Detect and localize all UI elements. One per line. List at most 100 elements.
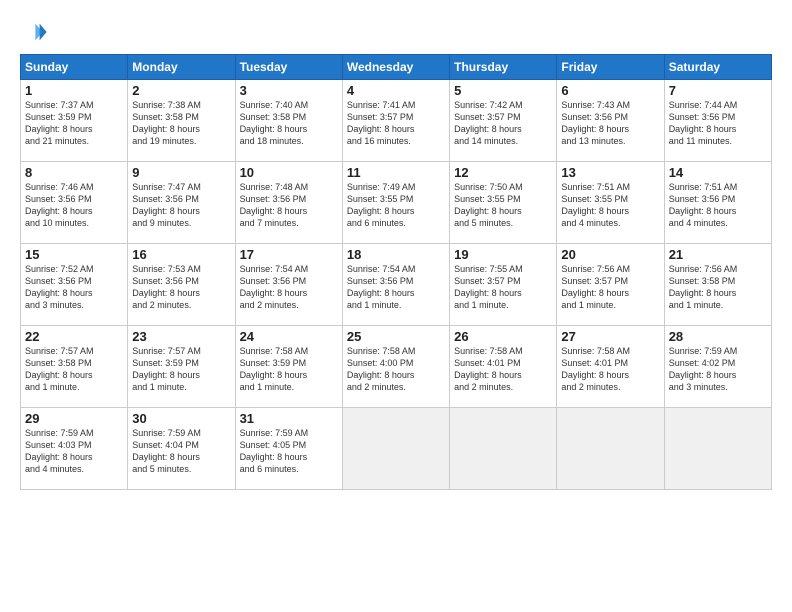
day-info: Sunrise: 7:41 AM Sunset: 3:57 PM Dayligh… bbox=[347, 99, 445, 148]
header bbox=[20, 18, 772, 46]
day-cell-8: 8Sunrise: 7:46 AM Sunset: 3:56 PM Daylig… bbox=[21, 162, 128, 244]
day-info: Sunrise: 7:58 AM Sunset: 4:01 PM Dayligh… bbox=[454, 345, 552, 394]
day-number: 11 bbox=[347, 165, 445, 180]
day-info: Sunrise: 7:49 AM Sunset: 3:55 PM Dayligh… bbox=[347, 181, 445, 230]
day-info: Sunrise: 7:59 AM Sunset: 4:03 PM Dayligh… bbox=[25, 427, 123, 476]
day-info: Sunrise: 7:58 AM Sunset: 4:00 PM Dayligh… bbox=[347, 345, 445, 394]
day-cell-12: 12Sunrise: 7:50 AM Sunset: 3:55 PM Dayli… bbox=[450, 162, 557, 244]
day-cell-10: 10Sunrise: 7:48 AM Sunset: 3:56 PM Dayli… bbox=[235, 162, 342, 244]
calendar-table: SundayMondayTuesdayWednesdayThursdayFrid… bbox=[20, 54, 772, 490]
day-number: 28 bbox=[669, 329, 767, 344]
day-cell-6: 6Sunrise: 7:43 AM Sunset: 3:56 PM Daylig… bbox=[557, 80, 664, 162]
day-info: Sunrise: 7:44 AM Sunset: 3:56 PM Dayligh… bbox=[669, 99, 767, 148]
day-cell-1: 1Sunrise: 7:37 AM Sunset: 3:59 PM Daylig… bbox=[21, 80, 128, 162]
day-cell-25: 25Sunrise: 7:58 AM Sunset: 4:00 PM Dayli… bbox=[342, 326, 449, 408]
weekday-header-row: SundayMondayTuesdayWednesdayThursdayFrid… bbox=[21, 55, 772, 80]
day-info: Sunrise: 7:59 AM Sunset: 4:04 PM Dayligh… bbox=[132, 427, 230, 476]
day-info: Sunrise: 7:54 AM Sunset: 3:56 PM Dayligh… bbox=[240, 263, 338, 312]
day-info: Sunrise: 7:47 AM Sunset: 3:56 PM Dayligh… bbox=[132, 181, 230, 230]
day-number: 3 bbox=[240, 83, 338, 98]
day-number: 21 bbox=[669, 247, 767, 262]
weekday-header-wednesday: Wednesday bbox=[342, 55, 449, 80]
day-cell-29: 29Sunrise: 7:59 AM Sunset: 4:03 PM Dayli… bbox=[21, 408, 128, 490]
day-info: Sunrise: 7:55 AM Sunset: 3:57 PM Dayligh… bbox=[454, 263, 552, 312]
day-number: 22 bbox=[25, 329, 123, 344]
day-number: 29 bbox=[25, 411, 123, 426]
day-info: Sunrise: 7:46 AM Sunset: 3:56 PM Dayligh… bbox=[25, 181, 123, 230]
day-number: 25 bbox=[347, 329, 445, 344]
day-cell-2: 2Sunrise: 7:38 AM Sunset: 3:58 PM Daylig… bbox=[128, 80, 235, 162]
day-number: 9 bbox=[132, 165, 230, 180]
day-info: Sunrise: 7:59 AM Sunset: 4:05 PM Dayligh… bbox=[240, 427, 338, 476]
weekday-header-saturday: Saturday bbox=[664, 55, 771, 80]
day-cell-19: 19Sunrise: 7:55 AM Sunset: 3:57 PM Dayli… bbox=[450, 244, 557, 326]
day-cell-4: 4Sunrise: 7:41 AM Sunset: 3:57 PM Daylig… bbox=[342, 80, 449, 162]
day-info: Sunrise: 7:40 AM Sunset: 3:58 PM Dayligh… bbox=[240, 99, 338, 148]
day-cell-27: 27Sunrise: 7:58 AM Sunset: 4:01 PM Dayli… bbox=[557, 326, 664, 408]
day-info: Sunrise: 7:53 AM Sunset: 3:56 PM Dayligh… bbox=[132, 263, 230, 312]
day-info: Sunrise: 7:58 AM Sunset: 4:01 PM Dayligh… bbox=[561, 345, 659, 394]
day-cell-15: 15Sunrise: 7:52 AM Sunset: 3:56 PM Dayli… bbox=[21, 244, 128, 326]
day-number: 24 bbox=[240, 329, 338, 344]
page-container: SundayMondayTuesdayWednesdayThursdayFrid… bbox=[0, 0, 792, 612]
day-info: Sunrise: 7:57 AM Sunset: 3:59 PM Dayligh… bbox=[132, 345, 230, 394]
day-number: 15 bbox=[25, 247, 123, 262]
day-number: 5 bbox=[454, 83, 552, 98]
day-info: Sunrise: 7:37 AM Sunset: 3:59 PM Dayligh… bbox=[25, 99, 123, 148]
day-cell-22: 22Sunrise: 7:57 AM Sunset: 3:58 PM Dayli… bbox=[21, 326, 128, 408]
empty-cell bbox=[664, 408, 771, 490]
day-cell-3: 3Sunrise: 7:40 AM Sunset: 3:58 PM Daylig… bbox=[235, 80, 342, 162]
week-row-2: 8Sunrise: 7:46 AM Sunset: 3:56 PM Daylig… bbox=[21, 162, 772, 244]
day-cell-17: 17Sunrise: 7:54 AM Sunset: 3:56 PM Dayli… bbox=[235, 244, 342, 326]
day-info: Sunrise: 7:56 AM Sunset: 3:58 PM Dayligh… bbox=[669, 263, 767, 312]
day-info: Sunrise: 7:51 AM Sunset: 3:56 PM Dayligh… bbox=[669, 181, 767, 230]
day-cell-7: 7Sunrise: 7:44 AM Sunset: 3:56 PM Daylig… bbox=[664, 80, 771, 162]
day-cell-11: 11Sunrise: 7:49 AM Sunset: 3:55 PM Dayli… bbox=[342, 162, 449, 244]
logo-icon bbox=[20, 18, 48, 46]
day-info: Sunrise: 7:48 AM Sunset: 3:56 PM Dayligh… bbox=[240, 181, 338, 230]
day-cell-26: 26Sunrise: 7:58 AM Sunset: 4:01 PM Dayli… bbox=[450, 326, 557, 408]
day-cell-13: 13Sunrise: 7:51 AM Sunset: 3:55 PM Dayli… bbox=[557, 162, 664, 244]
day-info: Sunrise: 7:54 AM Sunset: 3:56 PM Dayligh… bbox=[347, 263, 445, 312]
day-cell-9: 9Sunrise: 7:47 AM Sunset: 3:56 PM Daylig… bbox=[128, 162, 235, 244]
day-number: 8 bbox=[25, 165, 123, 180]
day-number: 16 bbox=[132, 247, 230, 262]
weekday-header-tuesday: Tuesday bbox=[235, 55, 342, 80]
day-cell-30: 30Sunrise: 7:59 AM Sunset: 4:04 PM Dayli… bbox=[128, 408, 235, 490]
empty-cell bbox=[342, 408, 449, 490]
weekday-header-thursday: Thursday bbox=[450, 55, 557, 80]
day-info: Sunrise: 7:38 AM Sunset: 3:58 PM Dayligh… bbox=[132, 99, 230, 148]
day-number: 7 bbox=[669, 83, 767, 98]
day-number: 13 bbox=[561, 165, 659, 180]
week-row-4: 22Sunrise: 7:57 AM Sunset: 3:58 PM Dayli… bbox=[21, 326, 772, 408]
day-cell-14: 14Sunrise: 7:51 AM Sunset: 3:56 PM Dayli… bbox=[664, 162, 771, 244]
day-number: 4 bbox=[347, 83, 445, 98]
day-cell-20: 20Sunrise: 7:56 AM Sunset: 3:57 PM Dayli… bbox=[557, 244, 664, 326]
weekday-header-sunday: Sunday bbox=[21, 55, 128, 80]
day-number: 19 bbox=[454, 247, 552, 262]
day-number: 14 bbox=[669, 165, 767, 180]
day-cell-24: 24Sunrise: 7:58 AM Sunset: 3:59 PM Dayli… bbox=[235, 326, 342, 408]
day-number: 30 bbox=[132, 411, 230, 426]
day-cell-5: 5Sunrise: 7:42 AM Sunset: 3:57 PM Daylig… bbox=[450, 80, 557, 162]
day-info: Sunrise: 7:58 AM Sunset: 3:59 PM Dayligh… bbox=[240, 345, 338, 394]
week-row-1: 1Sunrise: 7:37 AM Sunset: 3:59 PM Daylig… bbox=[21, 80, 772, 162]
day-info: Sunrise: 7:43 AM Sunset: 3:56 PM Dayligh… bbox=[561, 99, 659, 148]
day-cell-21: 21Sunrise: 7:56 AM Sunset: 3:58 PM Dayli… bbox=[664, 244, 771, 326]
day-number: 23 bbox=[132, 329, 230, 344]
day-number: 2 bbox=[132, 83, 230, 98]
day-number: 6 bbox=[561, 83, 659, 98]
day-info: Sunrise: 7:52 AM Sunset: 3:56 PM Dayligh… bbox=[25, 263, 123, 312]
day-cell-28: 28Sunrise: 7:59 AM Sunset: 4:02 PM Dayli… bbox=[664, 326, 771, 408]
empty-cell bbox=[450, 408, 557, 490]
day-info: Sunrise: 7:56 AM Sunset: 3:57 PM Dayligh… bbox=[561, 263, 659, 312]
day-number: 12 bbox=[454, 165, 552, 180]
empty-cell bbox=[557, 408, 664, 490]
day-number: 26 bbox=[454, 329, 552, 344]
weekday-header-friday: Friday bbox=[557, 55, 664, 80]
day-number: 20 bbox=[561, 247, 659, 262]
week-row-5: 29Sunrise: 7:59 AM Sunset: 4:03 PM Dayli… bbox=[21, 408, 772, 490]
day-info: Sunrise: 7:42 AM Sunset: 3:57 PM Dayligh… bbox=[454, 99, 552, 148]
day-number: 17 bbox=[240, 247, 338, 262]
day-number: 27 bbox=[561, 329, 659, 344]
